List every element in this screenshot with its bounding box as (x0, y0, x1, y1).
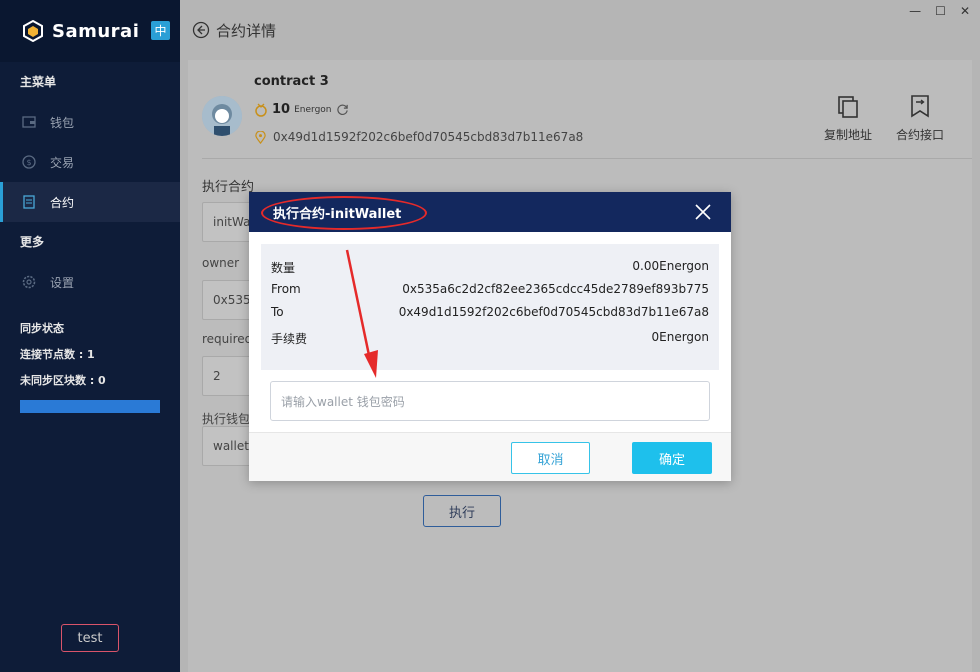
sidebar-item-settings[interactable]: 设置 (0, 262, 180, 302)
info-label: To (271, 305, 284, 319)
info-label: From (271, 282, 301, 296)
sidebar-item-label: 合约 (50, 195, 75, 210)
svg-text:$: $ (26, 158, 31, 167)
copy-address-label: 复制地址 (823, 128, 872, 142)
gear-icon (22, 275, 36, 289)
dialog-footer: 取消 确定 (249, 432, 731, 481)
wallet-icon (22, 116, 36, 128)
minimize-icon[interactable]: — (909, 4, 921, 18)
info-label: 手续费 (271, 332, 308, 346)
contract-name: contract 3 (254, 74, 329, 89)
contract-interface-label: 合约接口 (895, 128, 944, 142)
language-toggle[interactable]: 中 (151, 21, 170, 40)
contract-interface-button[interactable]: 合约接口 (896, 94, 944, 143)
sidebar-item-exchange[interactable]: $ 交易 (0, 142, 180, 182)
dialog-header: 执行合约-initWallet (249, 192, 731, 232)
confirm-button[interactable]: 确定 (632, 442, 712, 474)
sync-progress-bar (20, 400, 160, 413)
info-row-from: From 0x535a6c2d2cf82ee2365cdcc45de2789ef… (271, 282, 709, 296)
copy-icon (838, 96, 858, 118)
copy-address-button[interactable]: 复制地址 (824, 94, 872, 143)
header-divider (202, 158, 972, 159)
contract-address: 0x49d1d1592f202c6bef0d70545cbd83d7b11e67… (273, 130, 584, 144)
info-row-amount: 数量 0.00Energon (271, 259, 709, 276)
sidebar-item-label: 钱包 (50, 115, 75, 130)
medal-icon (255, 103, 267, 117)
transaction-info: 数量 0.00Energon From 0x535a6c2d2cf82ee236… (261, 244, 719, 370)
contract-icon (23, 195, 35, 209)
info-value: 0x49d1d1592f202c6bef0d70545cbd83d7b11e67… (398, 305, 709, 319)
exchange-icon: $ (22, 155, 36, 169)
back-arrow-icon[interactable] (192, 21, 210, 39)
info-label: 数量 (271, 261, 296, 275)
balance-unit: Energon (294, 104, 332, 115)
info-value: 0Energon (651, 330, 710, 344)
required-label: required (202, 332, 253, 346)
contract-avatar (202, 96, 242, 136)
sync-status: 同步状态 连接节点数 : 1 未同步区块数 : 0 (0, 302, 180, 394)
cancel-button[interactable]: 取消 (511, 442, 590, 474)
page-header: 合约详情 (180, 0, 980, 60)
info-value: 0x535a6c2d2cf82ee2365cdcc45de2789ef893b7… (402, 282, 709, 296)
main-menu-title: 主菜单 (20, 75, 57, 89)
close-icon[interactable] (695, 204, 711, 220)
sync-title: 同步状态 (20, 322, 64, 335)
info-row-to: To 0x49d1d1592f202c6bef0d70545cbd83d7b11… (271, 305, 709, 319)
window-controls: — ☐ ✕ (909, 4, 970, 18)
execute-form-title: 执行合约 (202, 180, 255, 195)
execute-button[interactable]: 执行 (423, 495, 501, 527)
refresh-icon[interactable] (336, 103, 349, 116)
unsynced-blocks: 未同步区块数 : 0 (20, 374, 106, 387)
app-name: Samurai (52, 20, 140, 42)
location-pin-icon (255, 130, 266, 144)
sidebar-item-contract[interactable]: 合约 (0, 182, 180, 222)
address-row: 0x49d1d1592f202c6bef0d70545cbd83d7b11e67… (254, 130, 583, 144)
owner-label: owner (202, 256, 240, 270)
interface-icon (911, 95, 929, 118)
connected-nodes: 连接节点数 : 1 (20, 348, 95, 361)
wallet-password-input[interactable]: 请输入wallet 钱包密码 (270, 381, 710, 421)
maximize-icon[interactable]: ☐ (935, 4, 946, 18)
close-window-icon[interactable]: ✕ (960, 4, 970, 18)
page-title: 合约详情 (216, 21, 277, 40)
balance-value: 10 (272, 102, 291, 117)
execute-dialog: 执行合约-initWallet 数量 0.00Energon From 0x53… (249, 192, 731, 481)
sidebar-item-label: 交易 (50, 155, 75, 170)
contract-actions: 复制地址 合约接口 (824, 94, 944, 143)
info-row-fee: 手续费 0Energon (271, 330, 709, 347)
info-value: 0.00Energon (632, 259, 709, 273)
annotation-circle (261, 196, 427, 230)
sidebar-item-wallet[interactable]: 钱包 (0, 102, 180, 142)
sidebar: Samurai 中 主菜单 钱包 $ 交易 合约 更多 设置 同步状态 连接节点… (0, 0, 180, 672)
wallet-label: 执行钱包 (202, 412, 251, 426)
sidebar-item-label: 设置 (50, 275, 75, 290)
samurai-logo-icon (23, 20, 43, 42)
balance-row: 10 Energon (254, 102, 349, 117)
user-button[interactable]: test (61, 624, 119, 652)
more-menu-title: 更多 (20, 235, 45, 249)
